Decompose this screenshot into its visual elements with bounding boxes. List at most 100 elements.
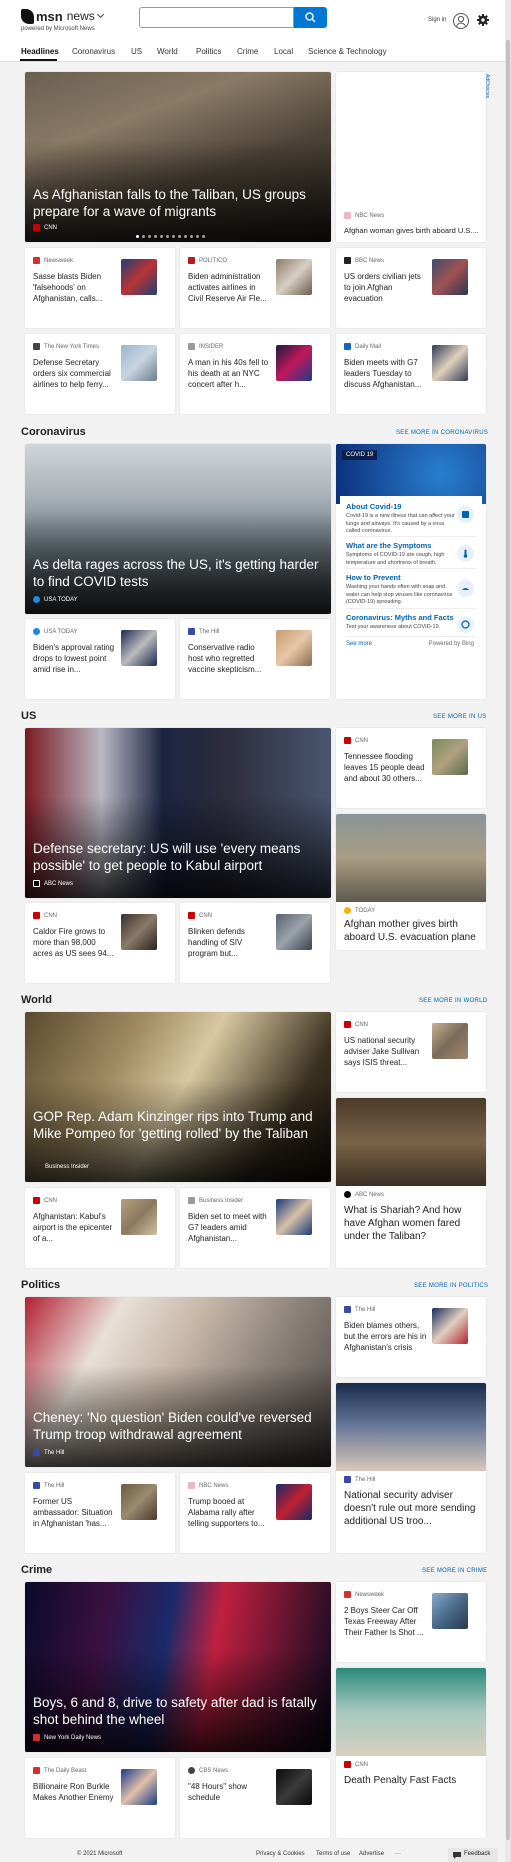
story-card[interactable]: CNN US national security adviser Jake Su…: [336, 1012, 486, 1092]
story-card[interactable]: USA TODAY Biden's approval rating drops …: [25, 619, 175, 699]
hero-headline[interactable]: Defense secretary: US will use 'every me…: [33, 840, 323, 874]
story-title[interactable]: What is Shariah? And how have Afghan wom…: [344, 1204, 478, 1243]
side-story-crime[interactable]: CNN Death Penalty Fast Facts: [336, 1668, 486, 1838]
feedback-button[interactable]: Feedback: [448, 1848, 498, 1862]
nav-world[interactable]: World: [157, 47, 178, 56]
hero-headline[interactable]: Cheney: 'No question' Biden could've rev…: [33, 1409, 323, 1443]
story-title[interactable]: 2 Boys Steer Car Off Texas Freeway After…: [344, 1605, 428, 1638]
story-title[interactable]: Afghan mother gives birth aboard U.S. ev…: [344, 918, 478, 944]
story-title[interactable]: Death Penalty Fast Facts: [344, 1774, 478, 1787]
hero-headline[interactable]: GOP Rep. Adam Kinzinger rips into Trump …: [33, 1108, 323, 1142]
see-more-us[interactable]: SEE MORE IN US: [433, 714, 487, 720]
nav-coronavirus[interactable]: Coronavirus: [72, 47, 115, 56]
story-card[interactable]: The Hill Former US ambassador: Situation…: [25, 1473, 175, 1553]
hero-story-politics[interactable]: Cheney: 'No question' Biden could've rev…: [25, 1297, 331, 1467]
story-image: [336, 1668, 486, 1756]
nav-headlines[interactable]: Headlines: [21, 47, 59, 56]
hero-headline[interactable]: As delta rages across the US, it's getti…: [33, 556, 323, 590]
see-more-crime[interactable]: SEE MORE IN CRIME: [422, 1568, 487, 1574]
story-title[interactable]: Trump booed at Alabama rally after telli…: [188, 1496, 272, 1529]
gear-icon[interactable]: [477, 14, 489, 26]
side-story-us[interactable]: TODAY Afghan mother gives birth aboard U…: [336, 814, 486, 950]
story-title[interactable]: Afghanistan: Kabul's airport is the epic…: [33, 1211, 117, 1244]
hero-headline[interactable]: As Afghanistan falls to the Taliban, US …: [33, 186, 323, 220]
story-title[interactable]: A man in his 40s fell to his death at an…: [188, 357, 272, 390]
hero-story-crime[interactable]: Boys, 6 and 8, drive to safety after dad…: [25, 1582, 331, 1752]
side-story-world[interactable]: ABC News What is Shariah? And how have A…: [336, 1098, 486, 1268]
story-card[interactable]: The Hill Biden blames others, but the er…: [336, 1297, 486, 1377]
cnn-logo-icon: [344, 1761, 351, 1768]
covid-myths-link[interactable]: Coronavirus: Myths and Facts: [346, 613, 454, 622]
story-title[interactable]: Caldor Fire grows to more than 98,000 ac…: [33, 926, 117, 959]
story-title[interactable]: Biden meets with G7 leaders Tuesday to d…: [344, 357, 428, 390]
story-card[interactable]: BBC News US orders civilian jets to join…: [336, 248, 486, 328]
covid-see-more-link[interactable]: See more: [346, 641, 372, 647]
story-title[interactable]: Conservative radio host who regretted va…: [188, 642, 272, 675]
story-card[interactable]: CNN Caldor Fire grows to more than 98,00…: [25, 903, 175, 983]
hero-story-world[interactable]: GOP Rep. Adam Kinzinger rips into Trump …: [25, 1012, 331, 1182]
hero-story-us[interactable]: Defense secretary: US will use 'every me…: [25, 728, 331, 898]
story-thumbnail: [121, 630, 157, 666]
story-title[interactable]: Biden administration activates airlines …: [188, 271, 272, 304]
story-card[interactable]: CNN Tennessee flooding leaves 15 people …: [336, 728, 486, 808]
carousel-dots[interactable]: [136, 235, 205, 238]
chevron-down-icon[interactable]: [96, 10, 104, 19]
story-card[interactable]: NBC News Trump booed at Alabama rally af…: [180, 1473, 330, 1553]
see-more-coronavirus[interactable]: SEE MORE IN CORONAVIRUS: [396, 430, 488, 436]
story-title[interactable]: Afghan woman gives birth aboard U.S....: [344, 224, 479, 237]
story-card[interactable]: Newsweek Sasse blasts Biden 'falsehoods'…: [25, 248, 175, 328]
covid-prevent-link[interactable]: How to Prevent: [346, 573, 401, 582]
avatar-icon[interactable]: [453, 13, 469, 29]
story-card[interactable]: INSIDER A man in his 40s fell to his dea…: [180, 334, 330, 414]
covid-about-link[interactable]: About Covid-19: [346, 502, 401, 511]
hero-story-coronavirus[interactable]: As delta rages across the US, it's getti…: [25, 444, 331, 614]
nav-science-technology[interactable]: Science & Technology: [308, 47, 387, 56]
story-card[interactable]: The New York Times Defense Secretary ord…: [25, 334, 175, 414]
story-card[interactable]: The Hill Conservative radio host who reg…: [180, 619, 330, 699]
side-story-politics[interactable]: The Hill National security adviser doesn…: [336, 1383, 486, 1553]
scrollbar-thumb[interactable]: [506, 40, 510, 1840]
story-card[interactable]: CNN Blinken defends handling of SIV prog…: [180, 903, 330, 983]
hero-headline[interactable]: Boys, 6 and 8, drive to safety after dad…: [33, 1694, 323, 1728]
story-title[interactable]: National security adviser doesn't rule o…: [344, 1489, 478, 1528]
msn-logo[interactable]: msn news: [21, 8, 104, 24]
story-title[interactable]: Sasse blasts Biden 'falsehoods' on Afgha…: [33, 271, 117, 304]
story-title[interactable]: Tennessee flooding leaves 15 people dead…: [344, 751, 428, 784]
story-title[interactable]: US orders civilian jets to join Afghan e…: [344, 271, 428, 304]
story-title[interactable]: "48 Hours" show schedule: [188, 1781, 272, 1803]
sign-in-link[interactable]: Sign in: [428, 17, 446, 23]
search-button[interactable]: [294, 7, 327, 28]
story-title[interactable]: Former US ambassador: Situation in Afgha…: [33, 1496, 117, 1529]
story-card[interactable]: The Daily Beast Billionaire Ron Burkle M…: [25, 1758, 175, 1838]
adchoices-link[interactable]: AdChoices: [484, 74, 490, 98]
copyright-text: © 2021 Microsoft: [77, 1851, 123, 1857]
side-story-headlines[interactable]: NBC News Afghan woman gives birth aboard…: [336, 72, 486, 242]
nav-local[interactable]: Local: [274, 47, 293, 56]
story-title[interactable]: Defense Secretary orders six commercial …: [33, 357, 117, 390]
story-image: [336, 1383, 486, 1471]
covid-symptoms-link[interactable]: What are the Symptoms: [346, 541, 431, 550]
story-card[interactable]: CBS News "48 Hours" show schedule: [180, 1758, 330, 1838]
see-more-politics[interactable]: SEE MORE IN POLITICS: [414, 1283, 488, 1289]
story-card[interactable]: CNN Afghanistan: Kabul's airport is the …: [25, 1188, 175, 1268]
story-title[interactable]: Biden's approval rating drops to lowest …: [33, 642, 117, 675]
story-title[interactable]: Biden blames others, but the errors are …: [344, 1320, 428, 1353]
nav-crime[interactable]: Crime: [237, 47, 258, 56]
terms-link[interactable]: Terms of use: [316, 1851, 350, 1857]
more-links-button[interactable]: ···: [395, 1851, 401, 1857]
search-input[interactable]: [139, 7, 294, 28]
story-title[interactable]: Blinken defends handling of SIV program …: [188, 926, 272, 959]
nav-us[interactable]: US: [131, 47, 142, 56]
story-title[interactable]: Biden set to meet with G7 leaders amid A…: [188, 1211, 272, 1244]
story-card[interactable]: Daily Mail Biden meets with G7 leaders T…: [336, 334, 486, 414]
see-more-world[interactable]: SEE MORE IN WORLD: [419, 998, 487, 1004]
hero-story-headlines[interactable]: As Afghanistan falls to the Taliban, US …: [25, 72, 331, 242]
story-card[interactable]: Business Insider Biden set to meet with …: [180, 1188, 330, 1268]
story-card[interactable]: POLITICO Biden administration activates …: [180, 248, 330, 328]
story-title[interactable]: Billionaire Ron Burkle Makes Another Ene…: [33, 1781, 117, 1803]
advertise-link[interactable]: Advertise: [359, 1851, 384, 1857]
story-card[interactable]: Newsweek 2 Boys Steer Car Off Texas Free…: [336, 1582, 486, 1662]
nav-politics[interactable]: Politics: [196, 47, 221, 56]
story-title[interactable]: US national security adviser Jake Sulliv…: [344, 1035, 428, 1068]
privacy-link[interactable]: Privacy & Cookies: [256, 1851, 305, 1857]
